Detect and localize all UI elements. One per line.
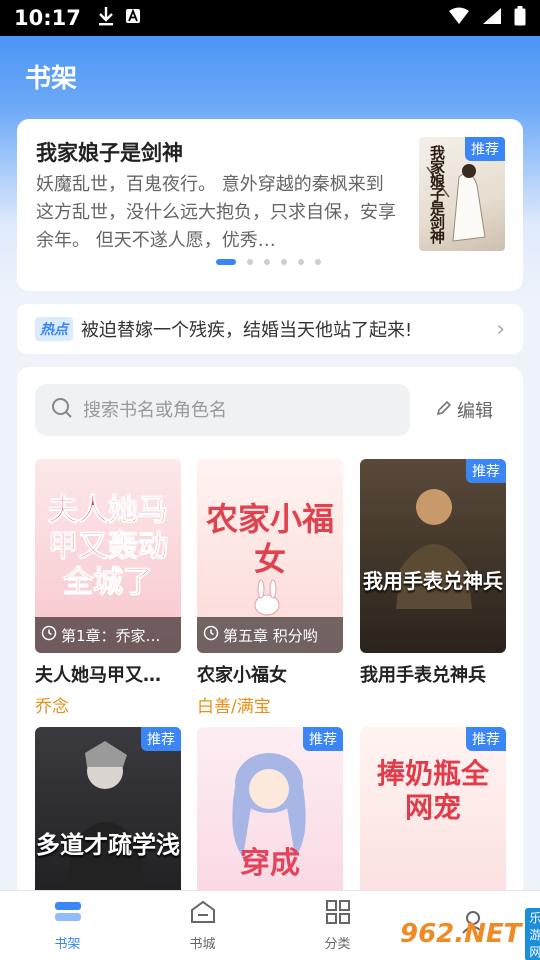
- download-icon: [97, 6, 115, 30]
- search-bar[interactable]: [35, 384, 410, 436]
- progress-text: 第五章 积分哟: [223, 626, 318, 645]
- cover-title-art: 穿成: [240, 846, 300, 881]
- cover-title-art: 多道才疏学浅: [36, 831, 180, 859]
- page-title: 书架: [25, 64, 78, 94]
- book-title: 我用手表兑神兵: [360, 665, 486, 686]
- category-icon: [325, 899, 351, 929]
- edit-button[interactable]: 编辑: [435, 397, 493, 423]
- carousel-dot: [315, 259, 321, 265]
- carousel-dot: [247, 259, 253, 265]
- cover-title-art: 农家小福女: [205, 500, 334, 578]
- carousel-dot: [281, 259, 287, 265]
- cover-title-art: 捧奶瓶全网宠: [376, 757, 489, 824]
- carousel-indicator: [216, 259, 321, 265]
- hot-badge: 热点: [35, 317, 73, 341]
- recommend-tag: 推荐: [465, 137, 505, 161]
- watermark-sub: 乐游网: [525, 907, 540, 960]
- recommend-tag: 推荐: [303, 727, 343, 751]
- book-title: 农家小福女: [197, 665, 287, 686]
- carousel-dot: [264, 259, 270, 265]
- recommend-tag: 推荐: [141, 727, 181, 751]
- watermark-logo: 962.NET: [400, 919, 522, 949]
- progress-text: 第1章：乔家…: [61, 626, 161, 645]
- book-item[interactable]: 夫人她马甲又轰动全城了 第1章：乔家… 夫人她马甲又… 乔念: [35, 459, 181, 717]
- pencil-icon: [435, 399, 453, 422]
- recommend-tag: 推荐: [466, 727, 506, 751]
- nav-label: 分类: [324, 937, 351, 952]
- search-input[interactable]: [83, 399, 383, 421]
- book-item[interactable]: 农家小福女 第五章 积分哟 农家小福女 白善/满宝: [197, 459, 343, 717]
- bookshelf-icon: [53, 899, 83, 929]
- book-cover[interactable]: 夫人她马甲又轰动全城了 第1章：乔家…: [35, 459, 181, 653]
- featured-book-description: 妖魔乱世，百鬼夜行。 意外穿越的秦枫来到这方乱世，没什么远大抱负，只求自保，安享…: [36, 174, 396, 251]
- a11y-icon: [125, 8, 141, 28]
- nav-label: 书架: [54, 937, 81, 952]
- watermark: 962.NET 乐游网: [400, 907, 540, 960]
- chevron-right-icon: ›: [496, 316, 505, 342]
- book-title: 夫人她马甲又…: [35, 665, 161, 686]
- signal-icon: [482, 7, 502, 29]
- edit-label: 编辑: [457, 401, 493, 422]
- book-cover[interactable]: 农家小福女 第五章 积分哟: [197, 459, 343, 653]
- bookstore-icon: [189, 899, 217, 929]
- reading-progress: 第1章：乔家…: [35, 617, 181, 653]
- book-author: 乔念: [35, 697, 69, 717]
- bookshelf-panel: 编辑 夫人她马甲又轰动全城了 第1章：乔家… 夫人她马甲又… 乔念 农家小福女 …: [17, 367, 523, 927]
- cover-title-art: 夫人她马甲又轰动全城了: [48, 493, 169, 601]
- cover-title-art: 我用手表兑神兵: [363, 569, 503, 593]
- nav-item-category[interactable]: 分类: [270, 891, 405, 960]
- history-icon: [203, 625, 219, 645]
- carousel-dot: [298, 259, 304, 265]
- battery-icon: [514, 6, 526, 30]
- featured-cover-title: 我家娘子是剑神: [428, 145, 446, 243]
- hot-news-banner[interactable]: 热点 被迫替嫁一个残疾，结婚当天他站了起来! ›: [17, 304, 523, 354]
- book-item[interactable]: 我用手表兑神兵 推荐 我用手表兑神兵: [360, 459, 506, 687]
- recommend-tag: 推荐: [466, 459, 506, 483]
- search-icon: [51, 397, 73, 423]
- nav-label: 书城: [189, 937, 216, 952]
- status-time: 10:17: [14, 6, 81, 30]
- wifi-icon: [448, 7, 470, 29]
- reading-progress: 第五章 积分哟: [197, 617, 343, 653]
- bunny-illustration: [254, 579, 280, 616]
- featured-book-cover[interactable]: 我家娘子是剑神 推荐: [419, 137, 505, 251]
- carousel-dot: [216, 259, 236, 265]
- history-icon: [41, 625, 57, 645]
- nav-item-bookstore[interactable]: 书城: [135, 891, 270, 960]
- status-bar: 10:17: [0, 0, 540, 36]
- hot-news-text: 被迫替嫁一个残疾，结婚当天他站了起来!: [81, 320, 413, 341]
- soldier-illustration: [396, 489, 472, 609]
- book-cover[interactable]: 我用手表兑神兵 推荐: [360, 459, 506, 653]
- nav-item-bookshelf[interactable]: 书架: [0, 891, 135, 960]
- book-author: 白善/满宝: [197, 697, 271, 717]
- featured-book-title: 我家娘子是剑神: [36, 141, 183, 165]
- featured-book-card[interactable]: 我家娘子是剑神 妖魔乱世，百鬼夜行。 意外穿越的秦枫来到这方乱世，没什么远大抱负…: [17, 119, 523, 291]
